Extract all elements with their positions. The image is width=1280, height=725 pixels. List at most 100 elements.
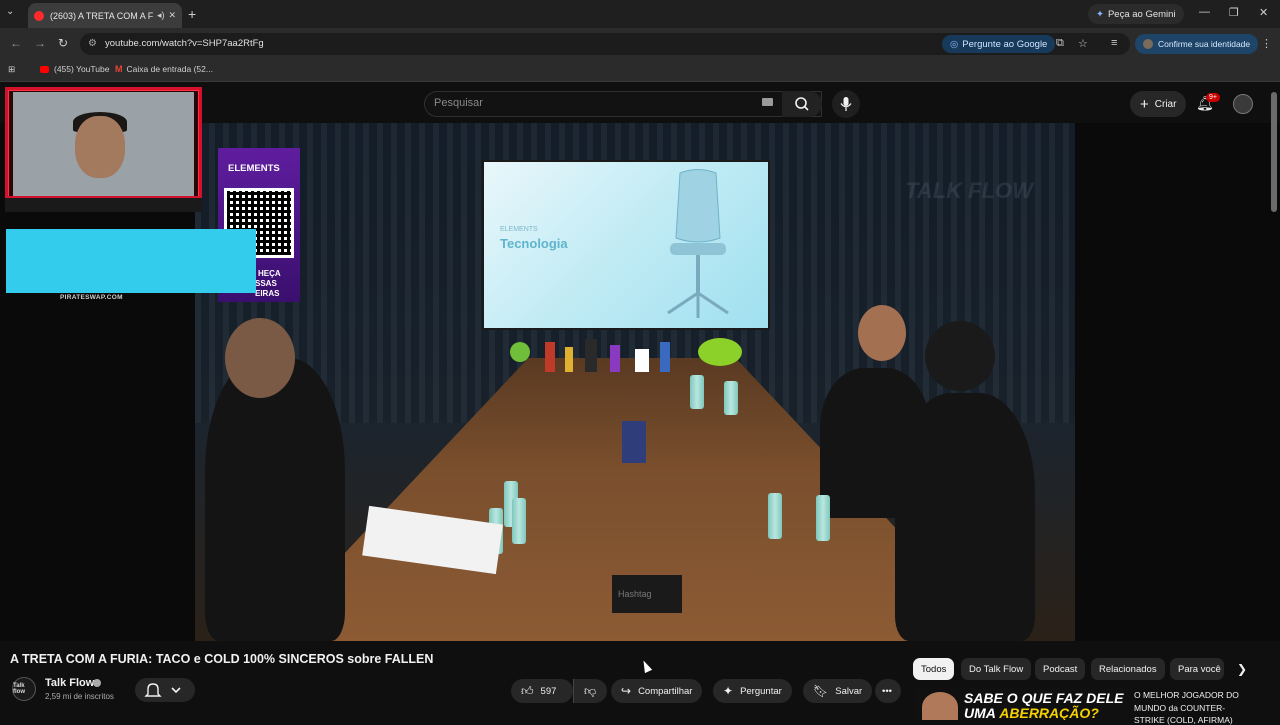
bookmark-icon: 🔖︎ bbox=[813, 684, 829, 698]
blue-centerpiece bbox=[622, 421, 646, 463]
chip-all[interactable]: Todos bbox=[913, 658, 955, 680]
youtube-icon bbox=[40, 65, 49, 73]
thumbnail-highlight: ABERRAÇÃO? bbox=[999, 705, 1099, 720]
bookmark-gmail[interactable]: M Caixa de entrada (52... bbox=[115, 64, 213, 74]
thumbnail-face bbox=[922, 692, 958, 720]
bell-chevron-icon bbox=[144, 683, 181, 697]
thumbnail-text: SABE O QUE FAZ DELE bbox=[964, 690, 1124, 706]
guest-middle-head bbox=[858, 305, 906, 361]
dislike-button[interactable]: 👎︎ bbox=[573, 679, 607, 703]
overlay-cyan-panel bbox=[6, 229, 256, 293]
thumbs-down-icon: 👎︎ bbox=[584, 683, 597, 698]
screen-title-text: Tecnologia bbox=[500, 236, 568, 251]
hashtag-stand: Hashtag bbox=[612, 575, 682, 613]
drink-can bbox=[690, 375, 704, 409]
plus-icon: + bbox=[1140, 95, 1149, 113]
office-chair-image bbox=[667, 169, 729, 318]
reading-list-icon[interactable]: ≡ bbox=[1111, 37, 1117, 49]
chip-for-you[interactable]: Para você bbox=[1170, 658, 1224, 680]
browser-tab[interactable]: (2603) A TRETA COM A FUR ◂) ✕ bbox=[28, 3, 182, 28]
new-tab-icon[interactable]: + bbox=[188, 6, 196, 22]
guest-right-head bbox=[925, 321, 995, 391]
channel-avatar-text: Talk flow bbox=[13, 683, 25, 695]
more-actions-button[interactable]: ••• bbox=[875, 679, 901, 703]
share-label: Compartilhar bbox=[638, 685, 693, 697]
chip-from-channel[interactable]: Do Talk Flow bbox=[961, 658, 1032, 680]
url-text[interactable]: youtube.com/watch?v=SHP7aa2RtFg bbox=[105, 38, 264, 49]
chip-podcast[interactable]: Podcast bbox=[1035, 658, 1086, 680]
host-left-head bbox=[225, 318, 295, 398]
channel-avatar[interactable]: Talk flow bbox=[12, 677, 36, 701]
close-tab-icon[interactable]: ✕ bbox=[168, 10, 176, 21]
account-avatar[interactable] bbox=[1233, 94, 1253, 114]
ask-google-button[interactable]: ◎ Pergunte ao Google bbox=[942, 35, 1056, 53]
profile-avatar bbox=[1143, 39, 1153, 49]
keyboard-icon[interactable] bbox=[762, 98, 773, 106]
recommended-video-title[interactable]: O MELHOR JOGADOR DO bbox=[1134, 690, 1239, 700]
thumbnail-text-2: UMA ABERRAÇÃO? bbox=[964, 705, 1099, 720]
page-scrollbar[interactable] bbox=[1271, 92, 1277, 212]
drink-can bbox=[724, 381, 738, 415]
sparkle-icon: ✦ bbox=[723, 684, 734, 698]
voice-search-button[interactable] bbox=[832, 90, 860, 118]
bookmark-star-icon[interactable]: ☆ bbox=[1078, 37, 1088, 50]
thumbnail-text-part: UMA bbox=[964, 705, 1000, 720]
site-info-icon[interactable]: ⚙ bbox=[88, 38, 97, 49]
drink-can bbox=[512, 498, 526, 544]
reload-icon[interactable]: ↻ bbox=[58, 36, 68, 50]
back-icon[interactable]: ← bbox=[10, 36, 22, 50]
browser-menu-icon[interactable]: ⋮ bbox=[1261, 37, 1272, 50]
apps-grid-icon[interactable]: ⊞ bbox=[8, 64, 15, 75]
minimize-icon[interactable]: — bbox=[1199, 6, 1210, 18]
video-title: A TRETA COM A FURIA: TACO e COLD 100% SI… bbox=[10, 652, 434, 666]
microphone-icon bbox=[840, 97, 852, 111]
search-placeholder: Pesquisar bbox=[434, 97, 483, 109]
gemini-label: Peça ao Gemini bbox=[1107, 8, 1176, 20]
youtube-favicon-icon bbox=[34, 10, 44, 21]
notification-badge: 9+ bbox=[1206, 93, 1220, 102]
close-window-icon[interactable]: ✕ bbox=[1259, 6, 1268, 19]
pirateswap-label: PIRATESWAP.COM bbox=[60, 294, 123, 301]
sponsor-text-line: HEÇA bbox=[258, 269, 281, 278]
speaker-icon[interactable]: ◂) bbox=[157, 10, 165, 21]
subscriber-count: 2,59 mi de inscritos bbox=[45, 692, 114, 701]
tab-search-icon[interactable]: ⌄ bbox=[6, 6, 14, 17]
install-icon[interactable]: ⧉ bbox=[1056, 37, 1064, 50]
like-button[interactable]: 👍︎ 597 bbox=[511, 679, 573, 703]
ask-button[interactable]: ✦ Perguntar bbox=[713, 679, 792, 703]
like-count: 597 bbox=[540, 685, 557, 697]
verified-badge-icon bbox=[93, 679, 101, 687]
sponsor-text-line: SSAS bbox=[255, 279, 277, 288]
confirm-identity-button[interactable]: Confirme sua identidade bbox=[1135, 34, 1259, 54]
share-icon: ↪ bbox=[621, 684, 632, 698]
tab-title: (2603) A TRETA COM A FUR bbox=[50, 10, 153, 21]
gemini-button[interactable]: ✦ Peça ao Gemini bbox=[1088, 4, 1184, 24]
sponsor-text-line: EIRAS bbox=[255, 289, 280, 298]
chip-related[interactable]: Relacionados bbox=[1091, 658, 1165, 680]
recommended-video-title[interactable]: MUNDO da COUNTER- bbox=[1134, 703, 1225, 713]
chevron-right-icon[interactable]: ❯ bbox=[1237, 662, 1247, 676]
bookmark-label: (455) YouTube bbox=[54, 64, 110, 74]
drink-can bbox=[816, 495, 830, 541]
restore-icon[interactable]: ❐ bbox=[1229, 6, 1239, 19]
search-button[interactable] bbox=[782, 91, 822, 117]
forward-icon[interactable]: → bbox=[34, 36, 46, 50]
thumbs-up-icon: 👍︎ bbox=[521, 683, 534, 698]
more-icon: ••• bbox=[882, 685, 892, 697]
recommended-video-title[interactable]: STRIKE (COLD, AFIRMA) bbox=[1134, 715, 1233, 725]
google-lens-icon: ◎ bbox=[950, 38, 959, 50]
save-button[interactable]: 🔖︎ Salvar bbox=[803, 679, 873, 703]
confirm-label: Confirme sua identidade bbox=[1158, 39, 1251, 49]
recommended-video-thumbnail[interactable]: SABE O QUE FAZ DELE UMA ABERRAÇÃO? bbox=[914, 688, 1128, 720]
bookmark-youtube[interactable]: (455) YouTube bbox=[40, 64, 109, 74]
subscribed-bell-button[interactable] bbox=[135, 678, 195, 702]
search-icon bbox=[795, 97, 809, 111]
create-button[interactable]: + Criar bbox=[1130, 91, 1187, 117]
channel-name[interactable]: Talk Flow bbox=[45, 677, 94, 689]
bookmark-label: Caixa de entrada (52... bbox=[126, 64, 213, 74]
collectible-figures bbox=[510, 338, 742, 372]
gemini-icon: ✦ bbox=[1096, 8, 1104, 20]
share-button[interactable]: ↪ Compartilhar bbox=[611, 679, 703, 703]
gmail-icon: M bbox=[115, 64, 123, 74]
screen-brand-text: ELEMENTS bbox=[500, 226, 538, 233]
